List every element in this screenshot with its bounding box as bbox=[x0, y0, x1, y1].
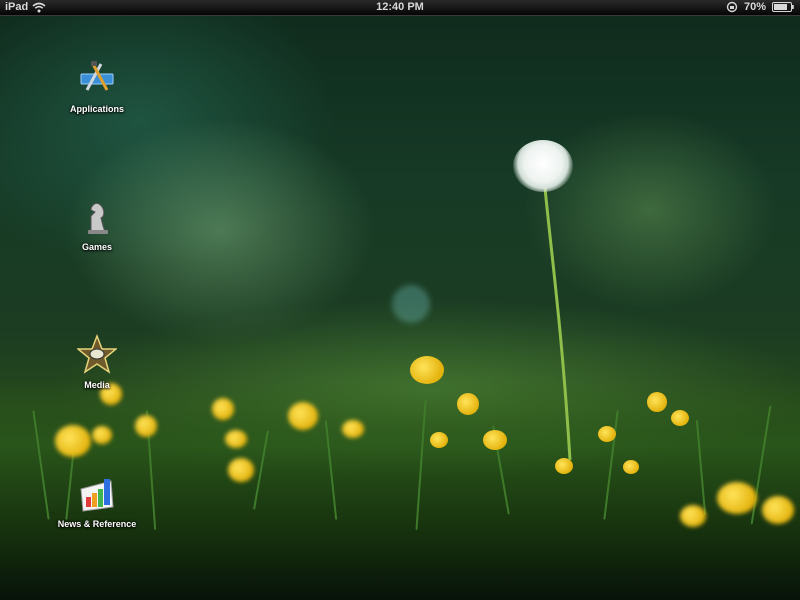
app-media[interactable]: Media bbox=[42, 334, 152, 390]
app-games[interactable]: Games bbox=[42, 196, 152, 252]
app-label: Media bbox=[84, 380, 110, 390]
clock: 12:40 PM bbox=[376, 1, 424, 13]
battery-icon bbox=[772, 2, 794, 12]
rotation-lock-icon bbox=[726, 1, 738, 13]
app-news-reference[interactable]: News & Reference bbox=[42, 473, 152, 529]
bar-chart-icon bbox=[80, 479, 114, 512]
app-label: Games bbox=[81, 242, 113, 252]
applications-folder-icon bbox=[80, 61, 114, 91]
app-label: News & Reference bbox=[57, 519, 137, 529]
dandelion-puff bbox=[513, 140, 573, 192]
chess-knight-icon bbox=[88, 203, 108, 234]
app-label: Applications bbox=[69, 104, 124, 114]
battery-percentage: 70% bbox=[743, 1, 766, 13]
app-applications[interactable]: Applications bbox=[42, 58, 152, 114]
star-film-icon bbox=[77, 334, 117, 374]
status-bar: iPad 12:40 PM 70% bbox=[0, 0, 800, 16]
